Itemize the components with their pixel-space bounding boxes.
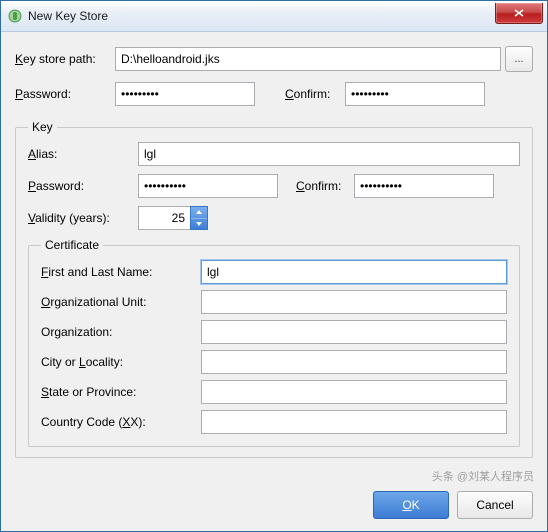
org-input[interactable]: [201, 320, 507, 344]
key-confirm-input[interactable]: [354, 174, 494, 198]
keystore-confirm-label: Confirm:: [285, 87, 345, 101]
first-last-input[interactable]: [201, 260, 507, 284]
keystore-password-label: Password:: [15, 87, 115, 101]
org-unit-row: Organizational Unit:: [41, 290, 507, 314]
validity-spinner[interactable]: [190, 206, 208, 230]
browse-button[interactable]: ...: [505, 46, 533, 72]
city-input[interactable]: [201, 350, 507, 374]
state-row: State or Province:: [41, 380, 507, 404]
key-password-input[interactable]: [138, 174, 278, 198]
country-row: Country Code (XX):: [41, 410, 507, 434]
validity-row: Validity (years):: [28, 206, 520, 230]
keystore-confirm-input[interactable]: [345, 82, 485, 106]
ok-button[interactable]: OK: [373, 491, 449, 519]
keystore-path-row: Key store path: ...: [15, 46, 533, 72]
alias-row: Alias:: [28, 142, 520, 166]
alias-label: Alias:: [28, 147, 138, 161]
keystore-path-label: Key store path:: [15, 52, 115, 66]
org-unit-input[interactable]: [201, 290, 507, 314]
state-label: State or Province:: [41, 385, 201, 399]
first-last-label: First and Last Name:: [41, 265, 201, 279]
org-row: Organization:: [41, 320, 507, 344]
spinner-down[interactable]: [191, 219, 207, 230]
country-input[interactable]: [201, 410, 507, 434]
key-password-label: Password:: [28, 179, 138, 193]
titlebar: New Key Store: [1, 1, 547, 32]
keystore-password-input[interactable]: [115, 82, 255, 106]
spinner-up[interactable]: [191, 207, 207, 219]
org-unit-label: Organizational Unit:: [41, 295, 201, 309]
validity-label: Validity (years):: [28, 211, 138, 225]
key-password-row: Password: Confirm:: [28, 174, 520, 198]
button-bar: OK Cancel: [1, 483, 547, 531]
key-legend: Key: [28, 120, 57, 134]
city-label: City or Locality:: [41, 355, 201, 369]
certificate-legend: Certificate: [41, 238, 103, 252]
city-row: City or Locality:: [41, 350, 507, 374]
key-confirm-label: Confirm:: [296, 179, 354, 193]
first-last-row: First and Last Name:: [41, 260, 507, 284]
certificate-fieldset: Certificate First and Last Name: Organiz…: [28, 238, 520, 447]
alias-input[interactable]: [138, 142, 520, 166]
keystore-path-input[interactable]: [115, 47, 501, 71]
key-fieldset: Key Alias: Password: Confirm: Validity (…: [15, 120, 533, 458]
validity-input[interactable]: [138, 206, 190, 230]
app-icon: [7, 8, 23, 24]
state-input[interactable]: [201, 380, 507, 404]
close-button[interactable]: [495, 3, 543, 24]
keystore-password-row: Password: Confirm:: [15, 82, 533, 106]
window-title: New Key Store: [28, 9, 495, 23]
new-key-store-dialog: New Key Store Key store path: ... Passwo…: [0, 0, 548, 532]
cancel-button[interactable]: Cancel: [457, 491, 533, 519]
dialog-content: Key store path: ... Password: Confirm: K…: [1, 32, 547, 483]
org-label: Organization:: [41, 325, 201, 339]
country-label: Country Code (XX):: [41, 415, 201, 429]
